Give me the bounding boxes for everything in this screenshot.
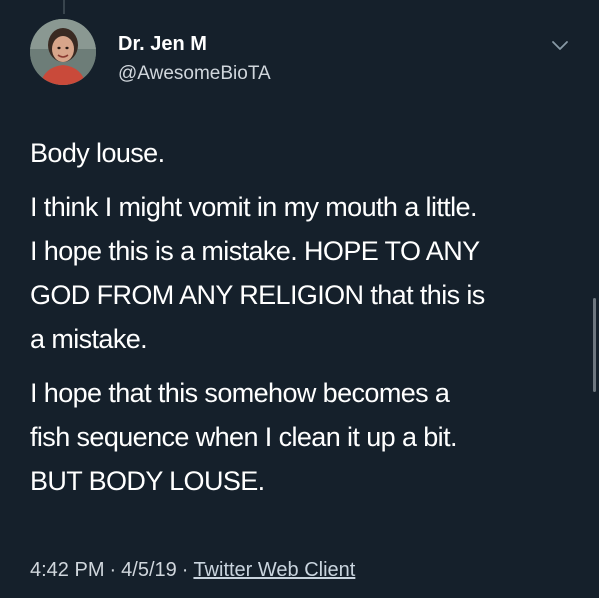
tweet-date[interactable]: 4/5/19: [121, 559, 177, 581]
tweet-time[interactable]: 4:42 PM: [30, 559, 104, 581]
avatar-image: [30, 19, 96, 85]
scrollbar-thumb[interactable]: [593, 298, 596, 392]
chevron-down-icon[interactable]: [548, 33, 572, 57]
meta-separator: ·: [109, 559, 117, 581]
thread-connector-line: [63, 0, 65, 14]
tweet-paragraph: I hope that this somehow becomes a fish …: [30, 378, 457, 496]
tweet-paragraph: I think I might vomit in my mouth a litt…: [30, 192, 485, 354]
author-display-name[interactable]: Dr. Jen M: [118, 32, 207, 56]
meta-separator: ·: [181, 559, 189, 581]
tweet-client-link[interactable]: Twitter Web Client: [193, 559, 355, 581]
avatar[interactable]: [30, 19, 96, 85]
author-handle[interactable]: @AwesomeBioTA: [118, 62, 271, 86]
tweet-meta: 4:42 PM · 4/5/19 · Twitter Web Client: [30, 557, 355, 583]
tweet-paragraph: Body louse.: [30, 138, 165, 168]
tweet-text: Body louse. I think I might vomit in my …: [30, 131, 575, 503]
